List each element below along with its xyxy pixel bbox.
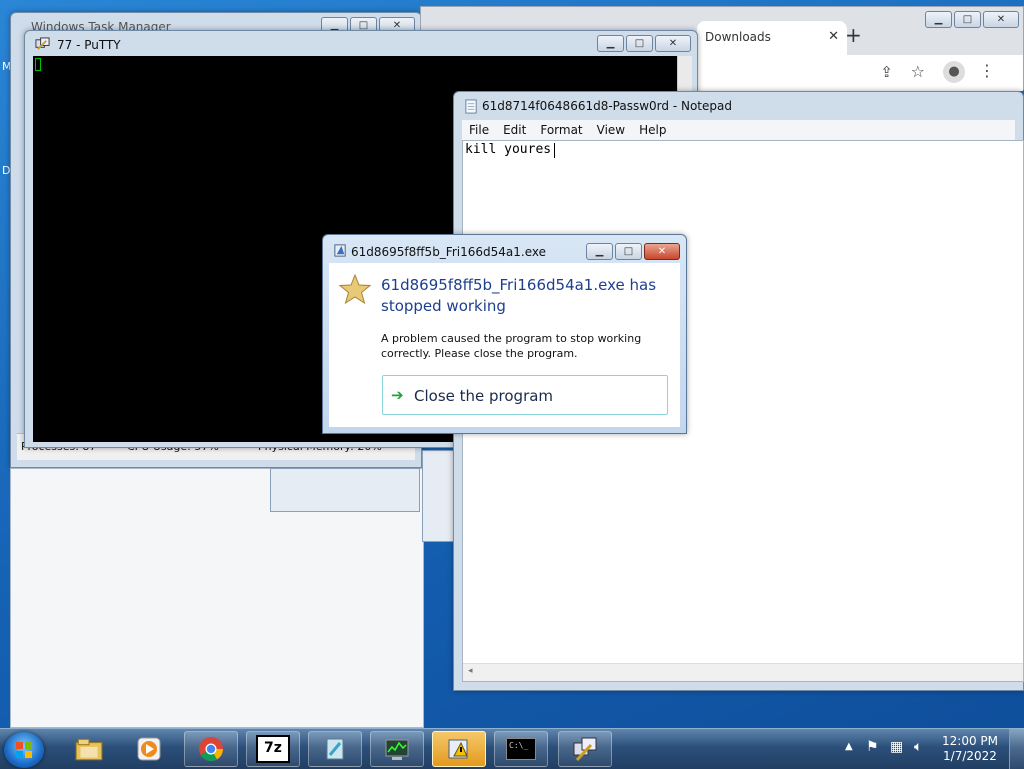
error-dialog-titlebar[interactable]: 61d8695f8ff5b_Fri166d54a1.exe ▁ □ ✕ <box>323 235 686 263</box>
network-icon[interactable]: ▦ <box>890 739 903 755</box>
terminal-cursor <box>35 58 41 71</box>
chrome-close-button[interactable]: ✕ <box>983 11 1019 28</box>
bookmark-star-icon[interactable]: ☆ <box>911 62 925 81</box>
start-button[interactable] <box>4 732 44 768</box>
notepad-icon <box>326 738 344 760</box>
action-center-flag-icon[interactable]: ⚑ <box>866 739 879 755</box>
tray-date: 1/7/2022 <box>943 749 997 763</box>
menu-help[interactable]: Help <box>632 123 673 137</box>
background-window-fragment-3 <box>422 450 456 542</box>
notepad-titlebar[interactable]: 61d8714f0648661d8-Passw0rd - Notepad <box>454 92 1023 120</box>
windows-logo-icon <box>16 742 32 758</box>
chrome-maximize-button[interactable]: □ <box>954 11 981 28</box>
background-window-fragment-2 <box>270 468 420 512</box>
taskbar-task-manager[interactable] <box>370 731 424 767</box>
chrome-tab-title: Downloads <box>705 30 771 44</box>
error-report-icon <box>334 244 346 257</box>
tray-time: 12:00 PM <box>942 734 998 748</box>
menu-edit[interactable]: Edit <box>496 123 533 137</box>
media-player-icon <box>137 737 161 761</box>
star-icon <box>339 273 371 305</box>
putty-titlebar[interactable]: 77 - PuTTY ▁ □ ✕ <box>25 31 697 59</box>
close-program-button[interactable]: ➔ Close the program <box>382 375 668 415</box>
putty-icon <box>573 737 597 762</box>
profile-avatar-icon[interactable]: ● <box>943 61 965 83</box>
volume-icon[interactable]: 🔈︎ <box>914 739 922 755</box>
error-message: A problem caused the program to stop wor… <box>381 332 642 360</box>
taskbar-error-report[interactable] <box>432 731 486 767</box>
putty-maximize-button[interactable]: □ <box>626 35 653 52</box>
scroll-left-arrow-icon[interactable]: ◂ <box>468 666 473 676</box>
error-dialog[interactable]: 61d8695f8ff5b_Fri166d54a1.exe ▁ □ ✕ 61d8… <box>322 234 687 434</box>
tray-clock[interactable]: 12:00 PM 1/7/2022 <box>942 734 998 764</box>
notepad-horizontal-scrollbar[interactable]: ◂ <box>463 663 1023 681</box>
chrome-icon <box>199 737 223 762</box>
taskbar-cmd[interactable]: C:\_ <box>494 731 548 767</box>
error-dialog-body: 61d8695f8ff5b_Fri166d54a1.exe has stoppe… <box>329 263 680 427</box>
putty-close-button[interactable]: ✕ <box>655 35 691 52</box>
error-dialog-maximize-button[interactable]: □ <box>615 243 642 260</box>
menu-view[interactable]: View <box>590 123 632 137</box>
putty-minimize-button[interactable]: ▁ <box>597 35 624 52</box>
taskbar-7zip[interactable]: 7z <box>246 731 300 767</box>
putty-app-icon <box>35 37 50 50</box>
menu-file[interactable]: File <box>462 123 496 137</box>
taskbar-chrome[interactable] <box>184 731 238 767</box>
seven-zip-icon: 7z <box>256 735 290 763</box>
folder-icon <box>75 738 103 761</box>
error-dialog-title: 61d8695f8ff5b_Fri166d54a1.exe <box>351 245 546 259</box>
notepad-menubar: File Edit Format View Help <box>462 120 1015 141</box>
error-report-taskbar-icon <box>448 739 468 759</box>
close-program-label: Close the program <box>414 387 554 405</box>
notepad-app-icon <box>465 99 477 114</box>
close-icon[interactable]: ✕ <box>828 29 839 44</box>
chrome-tab-downloads[interactable]: Downloads ✕ <box>697 21 847 55</box>
putty-title: 77 - PuTTY <box>57 38 121 52</box>
taskbar-notepad[interactable] <box>308 731 362 767</box>
share-icon[interactable]: ⇪ <box>880 63 893 81</box>
menu-format[interactable]: Format <box>533 123 589 137</box>
error-heading: 61d8695f8ff5b_Fri166d54a1.exe has stoppe… <box>381 276 657 315</box>
show-desktop-button[interactable] <box>1009 729 1024 769</box>
new-tab-button[interactable]: + <box>845 23 862 47</box>
chrome-menu-icon[interactable]: ⋮ <box>979 61 995 80</box>
tray-expand-icon[interactable]: ▲ <box>845 741 853 752</box>
cmd-icon: C:\_ <box>506 738 536 760</box>
taskbar: 7z C:\_ ▲ ⚑ ▦ 🔈︎ 12:00 PM 1/7/2022 <box>0 728 1024 769</box>
taskbar-explorer[interactable] <box>62 731 116 767</box>
chrome-minimize-button[interactable]: ▁ <box>925 11 952 28</box>
task-manager-icon <box>385 739 409 760</box>
notepad-content: kill youres <box>465 142 552 157</box>
error-dialog-minimize-button[interactable]: ▁ <box>586 243 613 260</box>
taskbar-media-player[interactable] <box>122 731 176 767</box>
green-arrow-icon: ➔ <box>391 386 404 404</box>
error-dialog-close-button[interactable]: ✕ <box>644 243 680 260</box>
taskbar-putty[interactable] <box>558 731 612 767</box>
notepad-title: 61d8714f0648661d8-Passw0rd - Notepad <box>482 99 732 113</box>
text-caret <box>554 143 555 158</box>
